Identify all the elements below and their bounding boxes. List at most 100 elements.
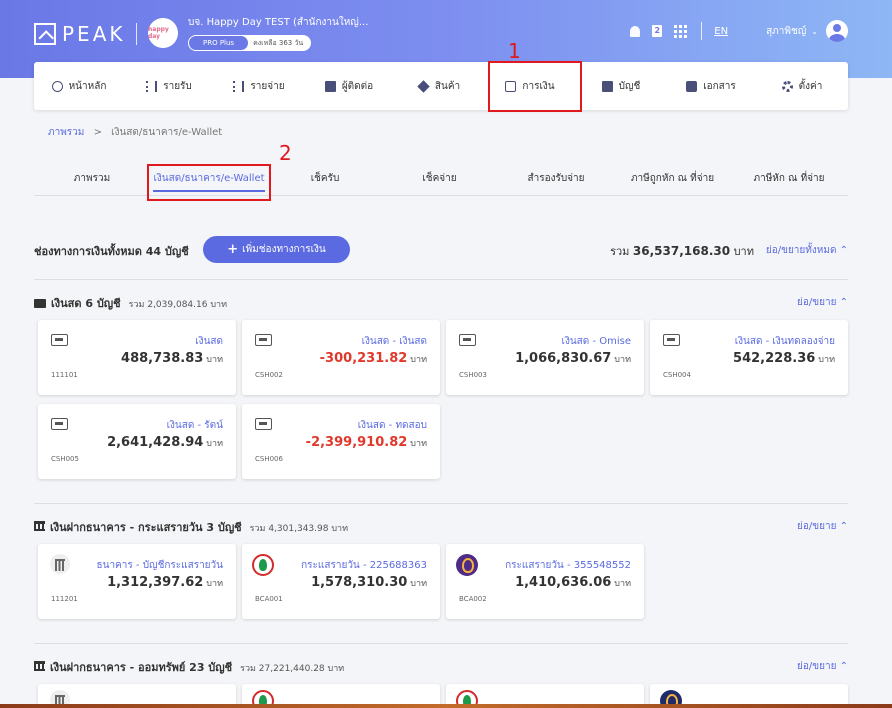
- currency-unit: บาท: [206, 355, 223, 365]
- account-card[interactable]: เงินสด - เงินสด -300,231.82 บาท CSH002: [242, 320, 440, 395]
- nav-item-products[interactable]: สินค้า: [394, 62, 484, 110]
- main-nav: หน้าหลัก รายรับ รายจ่าย ผู้ติดต่อ สินค้า…: [34, 62, 848, 110]
- nav-item-documents[interactable]: เอกสาร: [666, 62, 756, 110]
- total-amount: 36,537,168.30: [632, 244, 731, 258]
- total-unit: บาท: [733, 245, 754, 258]
- tab-cheque-received[interactable]: เช็ครับ: [268, 162, 382, 196]
- section-toggle-cash[interactable]: ย่อ/ขยาย ⌃: [797, 295, 848, 310]
- account-card[interactable]: ธนาคาร - บัญชีกระแสรายวัน 1,312,397.62 บา…: [38, 544, 236, 619]
- tab-label: เช็ครับ: [310, 173, 340, 184]
- nav-label: สินค้า: [434, 80, 461, 92]
- nav-item-accounts[interactable]: บัญชี: [576, 62, 666, 110]
- account-card[interactable]: กระแสรายวัน - 355548552 1,410,636.06 บาท …: [446, 544, 644, 619]
- accounts-count-title: ช่องทางการเงินทั้งหมด 44 บัญชี: [34, 245, 189, 258]
- language-switch[interactable]: EN: [714, 26, 728, 37]
- tab-overview[interactable]: ภาพรวม: [34, 162, 150, 196]
- nav-label: บัญชี: [618, 80, 641, 92]
- account-code: CSH002: [255, 371, 283, 379]
- contact-icon: [324, 80, 336, 92]
- balance-value: -2,399,910.82: [305, 435, 408, 450]
- account-card[interactable]: เงินสด - ทดสอบ -2,399,910.82 บาท CSH006: [242, 404, 440, 479]
- nav-label: หน้าหลัก: [68, 80, 107, 92]
- nav-item-income[interactable]: รายรับ: [124, 62, 214, 110]
- account-card[interactable]: เงินสด - เงินทดลองจ่าย 542,228.36 บาท CSH…: [650, 320, 848, 395]
- topbar-divider: [701, 22, 703, 40]
- section-title: เงินฝากธนาคาร - กระแสรายวัน 3 บัญชี: [50, 521, 242, 534]
- book-icon: [601, 80, 613, 92]
- cash-icon: [51, 418, 68, 430]
- breadcrumb-separator: >: [93, 127, 102, 138]
- folder-icon: [686, 80, 698, 92]
- document-icon[interactable]: 2: [652, 25, 663, 37]
- balance-value: -300,231.82: [319, 351, 408, 366]
- nav-item-settings[interactable]: ตั้งค่า: [756, 62, 848, 110]
- total-label: รวม: [610, 245, 630, 258]
- company-logo-text: happy day: [148, 26, 169, 40]
- bank-icon: [34, 661, 45, 671]
- nav-item-contacts[interactable]: ผู้ติดต่อ: [304, 62, 394, 110]
- account-code: BCA001: [255, 595, 283, 603]
- tab-cheque-paid[interactable]: เช็คจ่าย: [382, 162, 497, 196]
- balance-value: 488,738.83: [121, 351, 204, 366]
- account-name: เงินสด - เงินสด: [361, 336, 427, 347]
- company-logo[interactable]: happy day: [148, 18, 178, 48]
- user-name[interactable]: สุภาพิชญ์: [766, 24, 806, 39]
- currency-unit: บาท: [206, 439, 223, 449]
- tab-petty-cash[interactable]: สำรองรับจ่าย: [497, 162, 615, 196]
- breadcrumb-current: เงินสด/ธนาคาร/e-Wallet: [111, 127, 223, 138]
- tab-label: เช็คจ่าย: [422, 173, 457, 184]
- currency-unit: บาท: [206, 579, 223, 589]
- chevron-down-icon[interactable]: ⌄: [811, 27, 818, 36]
- user-avatar[interactable]: [826, 20, 848, 42]
- logo-divider: [135, 23, 137, 45]
- highlight-box-cash-tab: [147, 164, 271, 201]
- breadcrumb-root[interactable]: ภาพรวม: [48, 127, 84, 138]
- nav-item-expense[interactable]: รายจ่าย: [214, 62, 304, 110]
- bank-icon: [50, 554, 70, 574]
- nav-label: เอกสาร: [703, 80, 736, 92]
- nav-item-home[interactable]: หน้าหลัก: [34, 62, 124, 110]
- dashboard-icon: [51, 80, 63, 92]
- section-divider: [34, 643, 848, 644]
- expand-all-toggle[interactable]: ย่อ/ขยายทั้งหมด ⌃: [766, 243, 848, 258]
- section-divider: [34, 279, 848, 280]
- cash-icon: [255, 334, 272, 346]
- currency-unit: บาท: [410, 579, 427, 589]
- account-name: เงินสด: [195, 336, 223, 347]
- account-code: CSH005: [51, 455, 79, 463]
- account-card[interactable]: เงินสด - รัตน์ 2,641,428.94 บาท CSH005: [38, 404, 236, 479]
- account-code: 111101: [51, 371, 78, 379]
- company-name[interactable]: บจ. Happy Day TEST (สำนักงานใหญ่...: [188, 15, 368, 30]
- logo-mark-icon: [34, 23, 56, 45]
- section-total: รวม 2,039,084.16 บาท: [128, 300, 228, 310]
- section-toggle-bank-current[interactable]: ย่อ/ขยาย ⌃: [797, 519, 848, 534]
- account-name: กระแสรายวัน - 355548552: [505, 560, 631, 571]
- account-card[interactable]: เงินสด 488,738.83 บาท 111101: [38, 320, 236, 395]
- account-name: เงินสด - ทดสอบ: [357, 420, 427, 431]
- section-toggle-bank-savings[interactable]: ย่อ/ขยาย ⌃: [797, 659, 848, 674]
- apps-grid-icon[interactable]: [674, 24, 688, 38]
- account-card[interactable]: เงินสด - Omise 1,066,830.67 บาท CSH003: [446, 320, 644, 395]
- plan-pill: PRO Plus คงเหลือ 363 วัน: [188, 35, 312, 51]
- peak-logo[interactable]: PEAK: [34, 22, 137, 46]
- bell-icon[interactable]: [630, 25, 641, 37]
- account-name: ธนาคาร - บัญชีกระแสรายวัน: [96, 560, 224, 571]
- add-payment-channel-button[interactable]: + เพิ่มช่องทางการเงิน: [203, 236, 350, 263]
- gear-icon: [781, 80, 793, 92]
- tab-label: สำรองรับจ่าย: [527, 173, 585, 184]
- account-balance: 1,578,310.30 บาท: [311, 575, 427, 590]
- account-balance: 1,312,397.62 บาท: [107, 575, 223, 590]
- account-balance: -300,231.82 บาท: [320, 351, 427, 366]
- account-balance: 1,066,830.67 บาท: [515, 351, 631, 366]
- income-icon: [146, 80, 158, 92]
- cash-icon: [459, 334, 476, 346]
- plus-icon: +: [227, 242, 239, 257]
- highlight-box-finance: [488, 61, 582, 112]
- expense-icon: [233, 80, 245, 92]
- scb-bank-icon: [456, 554, 478, 576]
- tab-tax-withheld[interactable]: ภาษีหัก ณ ที่จ่าย: [730, 162, 848, 196]
- tab-label: ภาษีหัก ณ ที่จ่าย: [753, 173, 825, 184]
- account-card[interactable]: กระแสรายวัน - 225688363 1,578,310.30 บาท …: [242, 544, 440, 619]
- tab-tax-withheld-by-others[interactable]: ภาษีถูกหัก ณ ที่จ่าย: [615, 162, 730, 196]
- nav-label: ผู้ติดต่อ: [341, 80, 374, 92]
